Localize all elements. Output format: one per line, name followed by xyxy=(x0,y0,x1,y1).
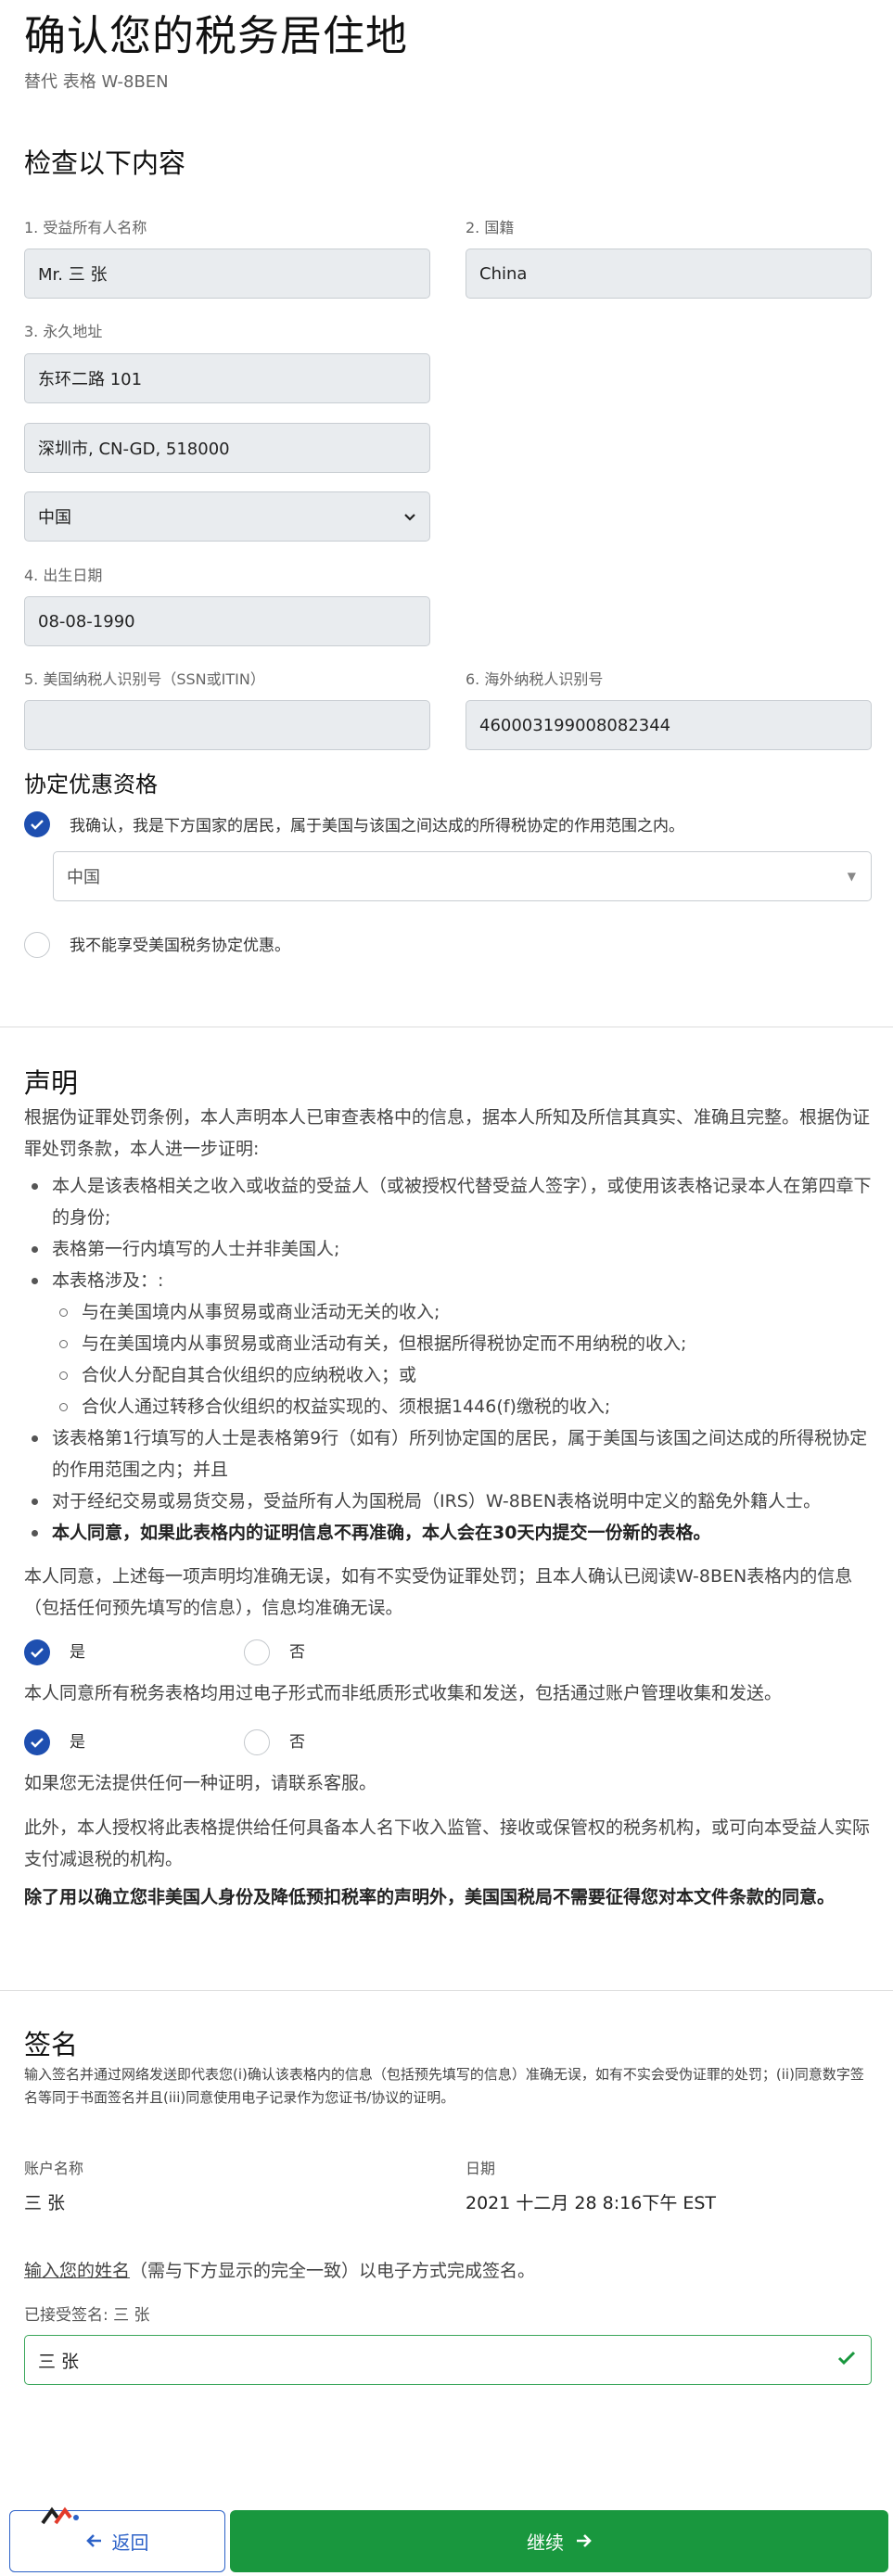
arrow-right-icon xyxy=(575,2531,592,2553)
check-icon xyxy=(837,2350,856,2370)
signature-instruction-rest: （需与下方显示的完全一致）以电子方式完成签名。 xyxy=(130,2261,536,2281)
consent1-no-radio[interactable] xyxy=(244,1639,270,1665)
back-button-label: 返回 xyxy=(111,2531,149,2554)
consent2-yes-radio[interactable] xyxy=(24,1729,50,1755)
contact-support-text: 如果您无法提供任何一种证明，请联系客服。 xyxy=(24,1773,377,1793)
check-icon xyxy=(30,1644,45,1662)
consent-electronic-text: 本人同意所有税务表格均用过电子形式而非纸质形式收集和发送，包括通过账户管理收集和… xyxy=(24,1683,783,1703)
list-item: 合伙人通过转移合伙组织的权益实现的、须根据1446(f)缴税的收入; xyxy=(24,1391,877,1422)
date-of-birth-field[interactable]: 08-08-1990 xyxy=(24,596,430,646)
country-select[interactable]: 中国 xyxy=(24,491,430,542)
beneficial-owner-name-field[interactable]: Mr. 三 张 xyxy=(24,249,430,299)
treaty-no-label: 我不能享受美国税务协定优惠。 xyxy=(70,937,290,955)
treaty-yes-radio[interactable] xyxy=(24,811,50,837)
declaration-list: 本人是该表格相关之收入或收益的受益人（或被授权代替受益人签字），或使用该表格记录… xyxy=(24,1170,877,1549)
irs-consent-note: 除了用以确立您非美国人身份及降低预扣税率的声明外，美国国税局不需要征得您对本文件… xyxy=(24,1887,836,1907)
us-tin-field[interactable] xyxy=(24,700,430,750)
signature-note: 输入签名并通过网络发送即代表您(i)确认该表格内的信息（包括预先填写的信息）准确… xyxy=(24,2066,864,2106)
brand-logo-icon xyxy=(41,2505,82,2527)
treaty-no-radio[interactable] xyxy=(24,932,50,958)
address-label: 3. 永久地址 xyxy=(24,323,103,340)
foreign-tin-field[interactable]: 460003199008082344 xyxy=(466,700,872,750)
nationality-label: 2. 国籍 xyxy=(466,219,515,236)
us-tin-label: 5. 美国纳税人识别号（SSN或ITIN） xyxy=(24,670,265,688)
check-icon xyxy=(30,1734,45,1752)
continue-button-label: 继续 xyxy=(527,2531,564,2554)
arrow-left-icon xyxy=(85,2531,103,2553)
declaration-heading: 声明 xyxy=(24,1067,79,1099)
review-heading: 检查以下内容 xyxy=(24,147,186,179)
consent1-no-label: 否 xyxy=(289,1643,305,1662)
list-item: 本表格涉及：: xyxy=(24,1265,877,1296)
nationality-field[interactable]: China xyxy=(466,249,872,299)
dob-label: 4. 出生日期 xyxy=(24,567,103,584)
chevron-down-icon xyxy=(403,507,416,527)
account-name-value: 三 张 xyxy=(24,2193,66,2213)
list-item: 表格第一行内填写的人士并非美国人; xyxy=(24,1233,877,1265)
signature-input[interactable]: 三 张 xyxy=(24,2335,872,2385)
consent-accuracy-text: 本人同意，上述每一项声明均准确无误，如有不实受伪证罪处罚；且本人确认已阅读W-8… xyxy=(24,1566,853,1618)
authorization-text: 此外，本人授权将此表格提供给任何具备本人名下收入监管、接收或保管权的税务机构，或… xyxy=(24,1817,871,1869)
list-item: 与在美国境内从事贸易或商业活动无关的收入; xyxy=(24,1296,877,1328)
list-item: 合伙人分配自其合伙组织的应纳税收入；或 xyxy=(24,1359,877,1391)
date-value: 2021 十二月 28 8:16下午 EST xyxy=(466,2193,717,2213)
foreign-tin-label: 6. 海外纳税人识别号 xyxy=(466,670,604,688)
account-name-label: 账户名称 xyxy=(24,2160,84,2177)
signature-input-value: 三 张 xyxy=(38,2351,80,2372)
treaty-heading: 协定优惠资格 xyxy=(24,772,158,797)
section-divider xyxy=(0,1990,893,1991)
consent2-no-label: 否 xyxy=(289,1733,305,1752)
treaty-yes-label: 我确认，我是下方国家的居民，属于美国与该国之间达成的所得税协定的作用范围之内。 xyxy=(70,817,684,835)
continue-button[interactable]: 继续 xyxy=(230,2510,888,2572)
list-item: 与在美国境内从事贸易或商业活动有关，但根据所得税协定而不用纳税的收入; xyxy=(24,1328,877,1359)
treaty-country-value: 中国 xyxy=(67,868,100,887)
accepted-signature-label: 已接受签名: 三 张 xyxy=(24,2306,150,2325)
page-title: 确认您的税务居住地 xyxy=(24,11,409,60)
signature-instruction: 输入您的姓名（需与下方显示的完全一致）以电子方式完成签名。 xyxy=(24,2257,535,2282)
consent2-yes-label: 是 xyxy=(70,1733,85,1752)
enter-name-link[interactable]: 输入您的姓名 xyxy=(24,2261,130,2281)
list-item: 本人同意，如果此表格内的证明信息不再准确，本人会在30天内提交一份新的表格。 xyxy=(24,1517,877,1549)
name-label: 1. 受益所有人名称 xyxy=(24,219,147,236)
date-label: 日期 xyxy=(466,2160,496,2177)
page-subtitle: 替代 表格 W-8BEN xyxy=(24,72,169,92)
list-item: 对于经纪交易或易货交易，受益所有人为国税局（IRS）W-8BEN表格说明中定义的… xyxy=(24,1486,877,1517)
treaty-country-select[interactable]: 中国 ▼ xyxy=(53,851,872,901)
declaration-intro: 根据伪证罪处罚条例，本人声明本人已审查表格中的信息，据本人所知及所信其真实、准确… xyxy=(24,1107,871,1159)
consent1-yes-label: 是 xyxy=(70,1643,85,1662)
list-item: 该表格第1行填写的人士是表格第9行（如有）所列协定国的居民，属于美国与该国之间达… xyxy=(24,1422,877,1486)
consent2-no-radio[interactable] xyxy=(244,1729,270,1755)
signature-heading: 签名 xyxy=(24,2029,79,2060)
check-icon xyxy=(30,816,45,834)
list-item: 本人是该表格相关之收入或收益的受益人（或被授权代替受益人签字），或使用该表格记录… xyxy=(24,1170,877,1233)
country-select-value: 中国 xyxy=(38,508,71,528)
consent1-yes-radio[interactable] xyxy=(24,1639,50,1665)
address-line1-field[interactable]: 东环二路 101 xyxy=(24,353,430,403)
address-line2-field[interactable]: 深圳市, CN-GD, 518000 xyxy=(24,423,430,473)
caret-down-icon: ▼ xyxy=(847,870,856,883)
